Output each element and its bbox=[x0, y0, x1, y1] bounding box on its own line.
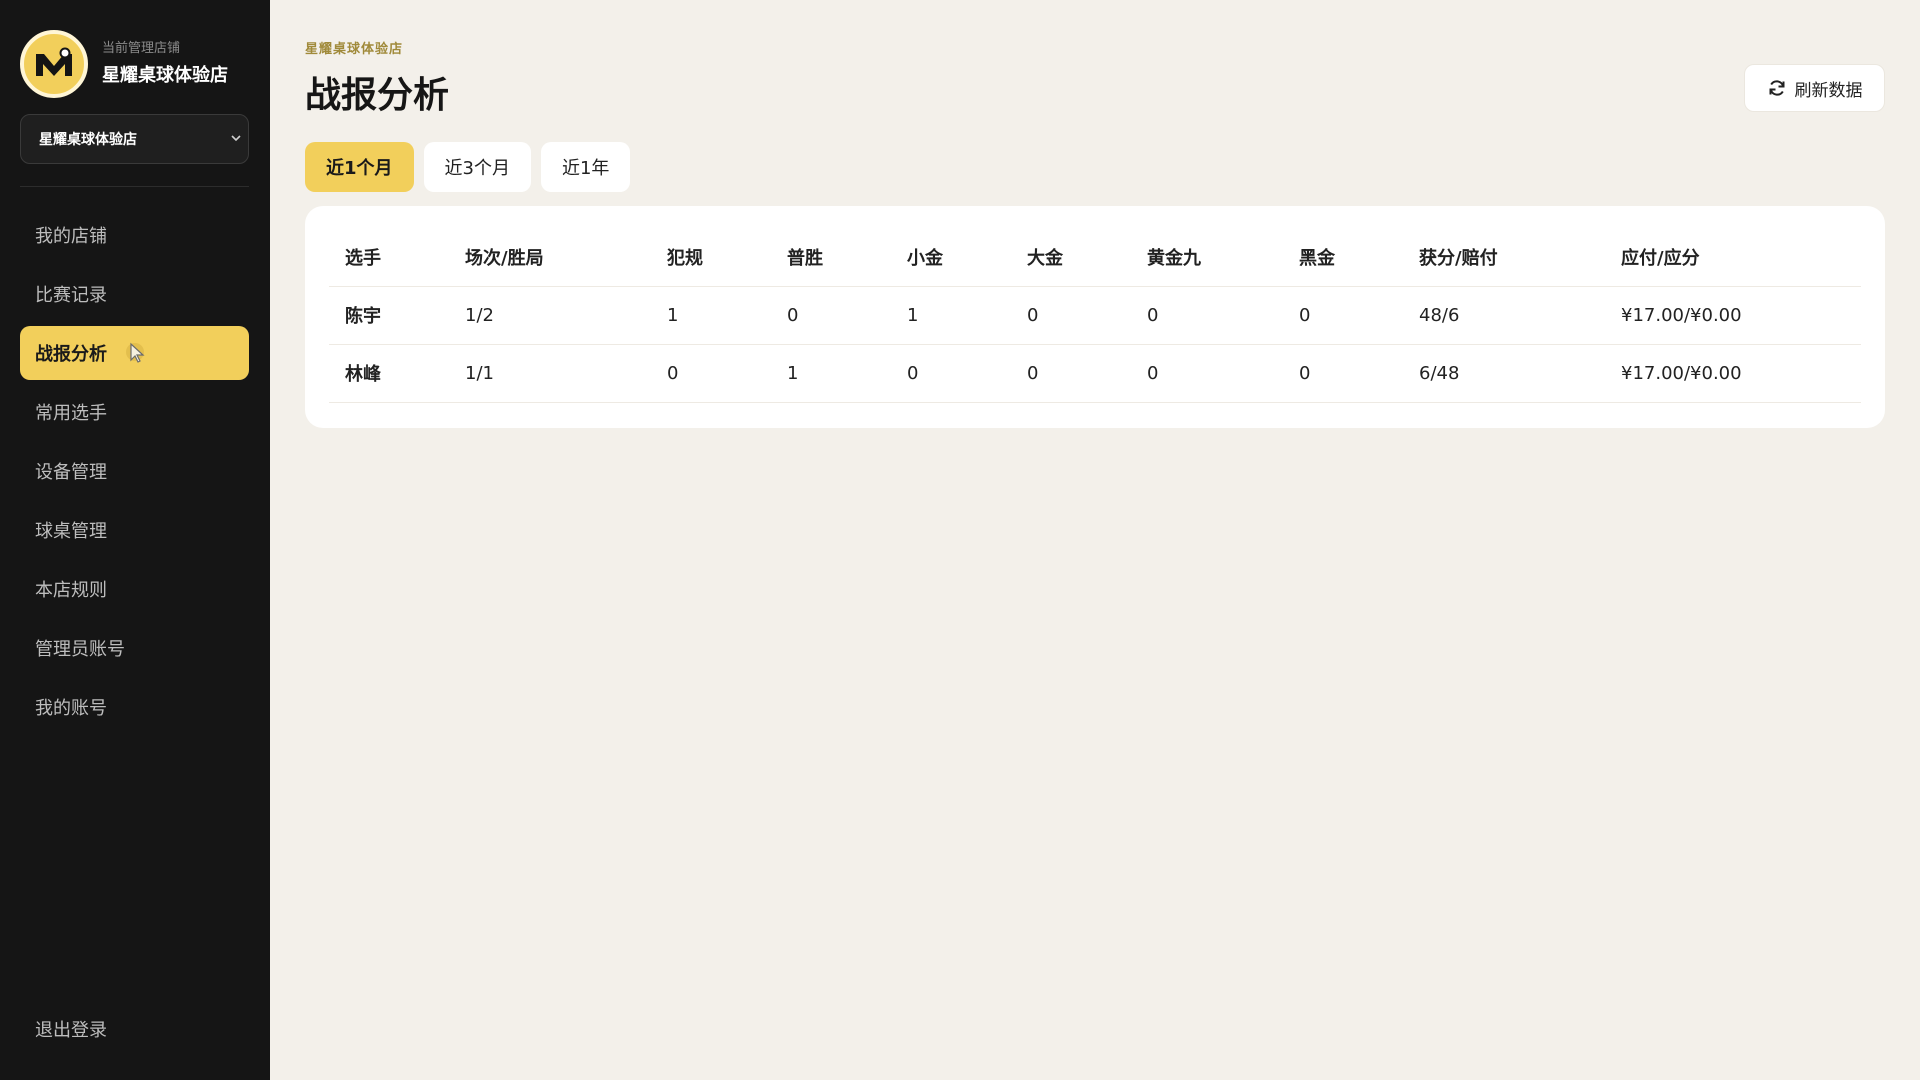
column-header-points-payout: 获分/赔付 bbox=[1403, 228, 1605, 287]
tab-1-month[interactable]: 近1个月 bbox=[305, 142, 414, 192]
sidebar-item-match-records[interactable]: 比赛记录 bbox=[20, 267, 249, 321]
sidebar-item-table-management[interactable]: 球桌管理 bbox=[20, 503, 249, 557]
cell-golden-nine: 0 bbox=[1131, 286, 1283, 345]
column-header-normal-wins: 普胜 bbox=[771, 228, 891, 287]
table-header-row: 选手 场次/胜局 犯规 普胜 小金 大金 黄金九 黑金 获分/赔付 应付/应分 bbox=[329, 228, 1861, 287]
sidebar-item-label: 战报分析 bbox=[35, 344, 107, 365]
cell-black-gold: 0 bbox=[1283, 344, 1403, 403]
cell-big-gold: 0 bbox=[1011, 286, 1131, 345]
app-root: 当前管理店铺 星耀桌球体验店 星耀桌球体验店 我的店铺 比赛记录 战报分析 常用… bbox=[0, 0, 1920, 1080]
column-header-payable-receivable: 应付/应分 bbox=[1605, 228, 1861, 287]
brand-subtitle: 当前管理店铺 bbox=[102, 41, 181, 56]
column-header-fouls: 犯规 bbox=[651, 228, 771, 287]
cell-games-wins: 1/1 bbox=[449, 344, 651, 403]
sidebar-item-frequent-players[interactable]: 常用选手 bbox=[20, 385, 249, 439]
store-select[interactable]: 星耀桌球体验店 bbox=[20, 114, 249, 164]
column-header-big-gold: 大金 bbox=[1011, 228, 1131, 287]
logo-m-icon bbox=[36, 47, 72, 76]
sidebar-item-report-analysis[interactable]: 战报分析 bbox=[20, 326, 249, 380]
cell-player: 陈宇 bbox=[329, 286, 449, 345]
sidebar-nav: 我的店铺 比赛记录 战报分析 常用选手 设备管理 球桌管理 本店规则 管理员账号… bbox=[20, 208, 249, 739]
tab-3-months[interactable]: 近3个月 bbox=[423, 142, 531, 192]
cell-small-gold: 1 bbox=[891, 286, 1011, 345]
column-header-black-gold: 黑金 bbox=[1283, 228, 1403, 287]
cell-big-gold: 0 bbox=[1011, 344, 1131, 403]
breadcrumb: 星耀桌球体验店 bbox=[305, 42, 404, 57]
cell-small-gold: 0 bbox=[891, 344, 1011, 403]
column-header-games-wins: 场次/胜局 bbox=[449, 228, 651, 287]
sidebar-item-device-management[interactable]: 设备管理 bbox=[20, 444, 249, 498]
sidebar-item-my-store[interactable]: 我的店铺 bbox=[20, 208, 249, 262]
cell-games-wins: 1/2 bbox=[449, 286, 651, 345]
cell-fouls: 0 bbox=[651, 344, 771, 403]
cell-payable-receivable: ¥17.00/¥0.00 bbox=[1605, 286, 1861, 345]
sidebar-item-admin-accounts[interactable]: 管理员账号 bbox=[20, 621, 249, 675]
sidebar-item-label: 我的店铺 bbox=[35, 226, 107, 247]
report-table: 选手 场次/胜局 犯规 普胜 小金 大金 黄金九 黑金 获分/赔付 应付/应分 bbox=[329, 228, 1861, 403]
store-select-value: 星耀桌球体验店 bbox=[39, 132, 137, 148]
sidebar-item-my-account[interactable]: 我的账号 bbox=[20, 680, 249, 734]
refresh-icon bbox=[1769, 80, 1784, 96]
cell-points-payout: 6/48 bbox=[1403, 344, 1605, 403]
cell-fouls: 1 bbox=[651, 286, 771, 345]
cell-player: 林峰 bbox=[329, 344, 449, 403]
main-content: 星耀桌球体验店 战报分析 刷新数据 近1个月 近3个月 近1年 选手 场次/胜局… bbox=[270, 0, 1920, 1080]
sidebar-divider bbox=[20, 186, 249, 187]
sidebar: 当前管理店铺 星耀桌球体验店 星耀桌球体验店 我的店铺 比赛记录 战报分析 常用… bbox=[0, 0, 270, 1080]
tab-1-year[interactable]: 近1年 bbox=[540, 142, 631, 192]
cell-normal-wins: 0 bbox=[771, 286, 891, 345]
table-row: 林峰 1/1 0 1 0 0 0 0 6/48 ¥17.00/¥0.00 bbox=[329, 344, 1861, 403]
logout-button[interactable]: 退出登录 bbox=[35, 1016, 107, 1042]
cell-black-gold: 0 bbox=[1283, 286, 1403, 345]
period-tabs: 近1个月 近3个月 近1年 bbox=[305, 142, 631, 192]
cell-golden-nine: 0 bbox=[1131, 344, 1283, 403]
chevron-down-icon bbox=[231, 135, 241, 142]
sidebar-item-label: 球桌管理 bbox=[35, 521, 107, 542]
mouse-pointer-icon bbox=[126, 342, 145, 363]
brand: 当前管理店铺 星耀桌球体验店 bbox=[20, 30, 228, 98]
cell-normal-wins: 1 bbox=[771, 344, 891, 403]
sidebar-item-store-rules[interactable]: 本店规则 bbox=[20, 562, 249, 616]
sidebar-item-label: 常用选手 bbox=[35, 403, 107, 424]
sidebar-item-label: 比赛记录 bbox=[35, 285, 107, 306]
brand-name: 星耀桌球体验店 bbox=[102, 65, 228, 86]
column-header-golden-nine: 黄金九 bbox=[1131, 228, 1283, 287]
sidebar-item-label: 管理员账号 bbox=[35, 639, 125, 660]
page-title: 战报分析 bbox=[305, 75, 450, 116]
refresh-button-label: 刷新数据 bbox=[1794, 80, 1863, 101]
report-card: 选手 场次/胜局 犯规 普胜 小金 大金 黄金九 黑金 获分/赔付 应付/应分 bbox=[305, 206, 1885, 428]
sidebar-item-label: 我的账号 bbox=[35, 698, 107, 719]
column-header-player: 选手 bbox=[329, 228, 449, 287]
sidebar-item-label: 本店规则 bbox=[35, 580, 107, 601]
column-header-small-gold: 小金 bbox=[891, 228, 1011, 287]
brand-logo bbox=[20, 30, 88, 98]
refresh-button[interactable]: 刷新数据 bbox=[1744, 64, 1885, 112]
sidebar-item-label: 设备管理 bbox=[35, 462, 107, 483]
cell-points-payout: 48/6 bbox=[1403, 286, 1605, 345]
table-row: 陈宇 1/2 1 0 1 0 0 0 48/6 ¥17.00/¥0.00 bbox=[329, 286, 1861, 345]
cell-payable-receivable: ¥17.00/¥0.00 bbox=[1605, 344, 1861, 403]
